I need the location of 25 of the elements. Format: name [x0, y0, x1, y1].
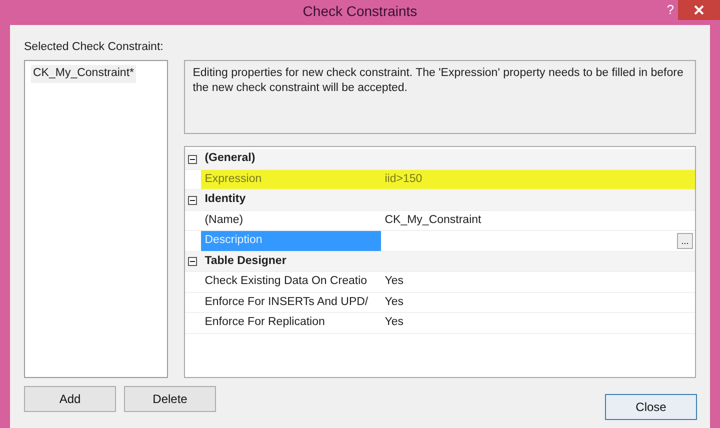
collapse-icon[interactable]	[188, 154, 198, 164]
property-value[interactable]: Yes	[384, 275, 404, 288]
property-name[interactable]: Enforce For Replication	[200, 313, 381, 333]
ellipsis-button[interactable]: ...	[677, 233, 693, 249]
property-value[interactable]: iid>150	[384, 172, 422, 185]
property-name[interactable]: Expression	[200, 170, 381, 190]
property-value[interactable]: Yes	[384, 316, 404, 328]
property-name[interactable]: Check Existing Data On Creatio	[200, 272, 381, 292]
property-name[interactable]: (Name)	[200, 210, 381, 230]
collapse-icon[interactable]	[188, 257, 198, 266]
info-message: Editing properties for new check constraint. The 'Expression' property needs to be filled in before the new check constraint will be accepted.	[184, 60, 696, 134]
window-title: Check Constraints	[302, 2, 418, 20]
close-button[interactable]: Close	[605, 394, 697, 420]
close-icon[interactable]	[678, 0, 720, 20]
add-button[interactable]: Add	[24, 386, 116, 412]
collapse-icon[interactable]	[188, 196, 198, 204]
delete-button[interactable]: Delete	[124, 386, 216, 412]
constraint-item[interactable]: CK_My_Constraint*	[31, 65, 136, 82]
category-label: Identity	[204, 192, 246, 208]
property-name[interactable]: Enforce For INSERTs And UPD/	[200, 292, 381, 312]
category-label: Table Designer	[204, 254, 286, 269]
property-value[interactable]: CK_My_Constraint	[384, 214, 482, 226]
list-label: Selected Check Constraint:	[24, 40, 164, 55]
category-label: (General)	[204, 151, 256, 166]
property-value[interactable]: Yes	[384, 296, 404, 308]
